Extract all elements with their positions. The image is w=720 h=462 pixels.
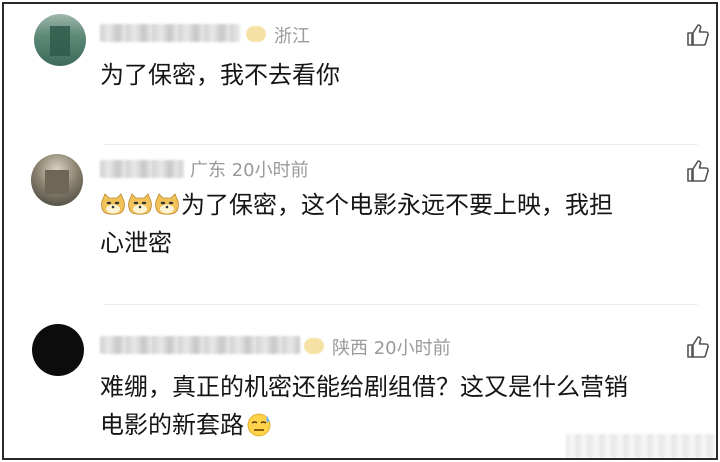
comment-text: 为了保密，我不去看你: [100, 61, 340, 89]
comment-text-line2: 电影的新套路: [100, 411, 244, 439]
comment-text: 为了保密，这个电影永远不要上映，我担 心泄密: [100, 186, 613, 262]
avatar[interactable]: [31, 154, 83, 206]
comment-text-line1: 为了保密，这个电影永远不要上映，我担: [181, 191, 613, 219]
comment-location: 浙江: [274, 26, 310, 47]
username-blurred[interactable]: [100, 336, 300, 354]
comment-item: 浙江 为了保密，我不去看你: [4, 4, 716, 144]
sweat-emoji: [246, 413, 272, 437]
comment-text-line2: 心泄密: [100, 229, 172, 257]
thumbs-up-icon[interactable]: [685, 334, 711, 360]
avatar[interactable]: [34, 14, 86, 66]
username-blurred[interactable]: [100, 24, 240, 42]
comment-text: 难绷，真正的机密还能给剧组借？这又是什么营销 电影的新套路: [100, 368, 628, 444]
thumbs-up-icon[interactable]: [685, 22, 711, 48]
user-badge-icon: [246, 26, 266, 42]
comment-item: 广东 20小时前 为了保密，这个电影永远不要上映，我担 心泄密: [4, 144, 716, 304]
user-badge-icon: [304, 338, 324, 354]
username-blurred[interactable]: [100, 160, 184, 178]
avatar[interactable]: [32, 324, 84, 376]
comment-meta: 陕西 20小时前: [332, 338, 451, 359]
doge-emoji: [154, 193, 180, 217]
watermark: [566, 434, 716, 458]
comment-text-line1: 难绷，真正的机密还能给剧组借？这又是什么营销: [100, 373, 628, 401]
doge-emoji: [100, 193, 126, 217]
thumbs-up-icon[interactable]: [685, 158, 711, 184]
comment-meta: 广东 20小时前: [190, 160, 309, 181]
comment-list: 浙江 为了保密，我不去看你 广东 20小时前 为了保密，这个电影永远不要上映，我…: [2, 2, 718, 460]
doge-emoji: [127, 193, 153, 217]
